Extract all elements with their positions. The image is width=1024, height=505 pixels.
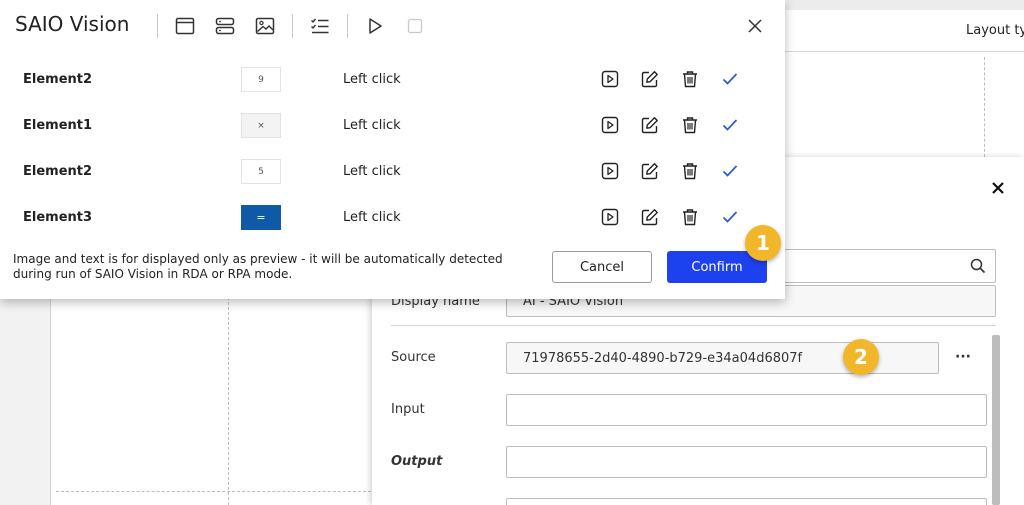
element-name: Element2 <box>23 72 93 87</box>
element-preview: = <box>241 205 281 230</box>
note-line: during run of SAIO Vision in RDA or RPA … <box>13 267 293 281</box>
preview-note: Image and text is for displayed only as … <box>13 252 533 282</box>
check-icon[interactable] <box>719 68 741 90</box>
check-icon[interactable] <box>719 160 741 182</box>
list-item: Element3 = Left click <box>0 196 785 242</box>
step-badge: 2 <box>843 339 879 375</box>
edit-icon[interactable] <box>639 114 661 136</box>
scrollbar[interactable] <box>992 335 1000 505</box>
layout-type-label[interactable]: Layout ty <box>966 23 1024 38</box>
stop-icon <box>403 14 427 38</box>
check-icon[interactable] <box>719 114 741 136</box>
element-name: Element3 <box>23 210 93 225</box>
step-badge: 1 <box>745 225 781 261</box>
input-label: Input <box>391 402 425 417</box>
list-item: Element2 9 Left click <box>0 58 785 104</box>
next-field[interactable] <box>506 498 987 505</box>
toolbar-separator <box>292 14 293 38</box>
trash-icon[interactable] <box>679 160 701 182</box>
source-label: Source <box>391 350 436 365</box>
preview-play-icon[interactable] <box>599 68 621 90</box>
window-icon[interactable] <box>173 14 197 38</box>
element-name: Element1 <box>23 118 93 133</box>
search-icon[interactable] <box>970 258 986 278</box>
close-icon[interactable] <box>744 15 766 37</box>
action-label: Left click <box>343 210 401 225</box>
list-item: Element1 × Left click <box>0 104 785 150</box>
toolbar-separator <box>347 14 348 38</box>
edit-icon[interactable] <box>639 160 661 182</box>
preview-play-icon[interactable] <box>599 206 621 228</box>
cancel-button[interactable]: Cancel <box>552 251 652 283</box>
note-line: Image and text is for displayed only as … <box>13 252 503 266</box>
more-options-button[interactable]: ··· <box>955 349 971 365</box>
action-label: Left click <box>343 164 401 179</box>
canvas-guide-horizontal <box>56 491 376 492</box>
trash-icon[interactable] <box>679 114 701 136</box>
action-label: Left click <box>343 118 401 133</box>
close-icon[interactable] <box>988 178 1008 198</box>
list-item: Element2 5 Left click <box>0 150 785 196</box>
play-icon[interactable] <box>363 14 387 38</box>
checklist-icon[interactable] <box>308 14 332 38</box>
search-input[interactable] <box>782 249 996 283</box>
trash-icon[interactable] <box>679 68 701 90</box>
output-field[interactable] <box>506 446 987 478</box>
input-field[interactable] <box>506 394 987 426</box>
element-preview: 9 <box>241 67 281 92</box>
preview-play-icon[interactable] <box>599 114 621 136</box>
trash-icon[interactable] <box>679 206 701 228</box>
canvas-guide-vertical <box>984 57 985 157</box>
layout-rows-icon[interactable] <box>213 14 237 38</box>
edit-icon[interactable] <box>639 68 661 90</box>
action-label: Left click <box>343 72 401 87</box>
output-label: Output <box>391 454 443 469</box>
toolbar-separator <box>157 14 158 38</box>
preview-play-icon[interactable] <box>599 160 621 182</box>
app-top-strip <box>785 0 1024 10</box>
element-name: Element2 <box>23 164 93 179</box>
element-preview: 5 <box>241 159 281 184</box>
dialog-title: SAIO Vision <box>15 12 130 36</box>
element-preview: × <box>241 113 281 138</box>
saio-vision-dialog: SAIO Vision Element2 9 Left click Elemen… <box>0 0 785 299</box>
image-icon[interactable] <box>253 14 277 38</box>
divider <box>391 325 996 326</box>
edit-icon[interactable] <box>639 206 661 228</box>
check-icon[interactable] <box>719 206 741 228</box>
